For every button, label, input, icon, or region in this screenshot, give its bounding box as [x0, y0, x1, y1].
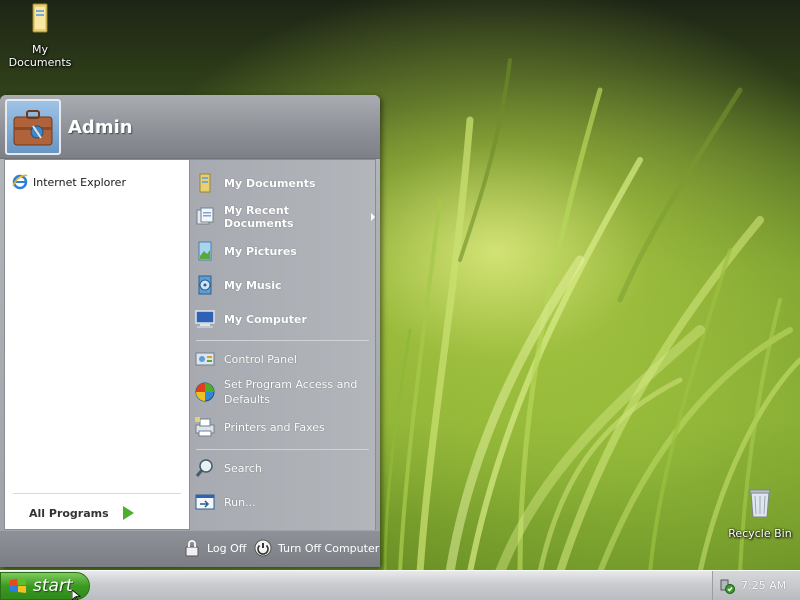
printer-icon [195, 417, 215, 437]
power-icon [254, 539, 272, 557]
menu-item-label: My Computer [224, 312, 307, 326]
log-off-button[interactable]: Log Off [183, 539, 246, 557]
menu-item-my-computer[interactable]: My Computer [194, 308, 307, 330]
all-programs-label: All Programs [29, 506, 109, 520]
submenu-arrow-icon [371, 213, 375, 221]
avatar[interactable] [5, 99, 61, 155]
user-picture-icon [13, 110, 53, 146]
recycle-bin-icon [749, 489, 771, 518]
my-documents-icon [199, 173, 211, 193]
menu-item-label: My Pictures [224, 244, 297, 258]
search-icon [195, 459, 213, 477]
pinned-item-internet-explorer[interactable]: Internet Explorer [11, 172, 126, 192]
green-arrow-icon [122, 506, 134, 520]
my-music-icon [198, 275, 212, 295]
desktop-icon-my-documents[interactable]: My Documents [0, 2, 80, 69]
mouse-cursor-icon [72, 590, 82, 600]
pinned-item-label: Internet Explorer [33, 175, 126, 189]
menu-item-my-recent-documents[interactable]: My Recent Documents [194, 204, 375, 230]
menu-item-set-program-access[interactable]: Set Program Access and Defaults [194, 375, 364, 409]
start-label: start [33, 576, 73, 596]
desktop-icon-label: Recycle Bin [728, 527, 792, 540]
all-programs-button[interactable]: All Programs [29, 506, 134, 520]
lock-icon [185, 540, 199, 557]
internet-explorer-icon [12, 174, 28, 190]
menu-item-my-documents[interactable]: My Documents [194, 172, 316, 194]
log-off-label: Log Off [207, 541, 247, 555]
start-menu-places-pane: My Documents My Recent Documents My Pict… [190, 159, 376, 530]
control-panel-icon [195, 352, 215, 366]
menu-item-label: Printers and Faxes [224, 420, 325, 434]
user-name: Admin [68, 117, 133, 138]
start-menu-header: Admin [0, 95, 380, 159]
start-menu-footer: Log Off Turn Off Computer [0, 531, 380, 567]
menu-item-my-pictures[interactable]: My Pictures [194, 240, 297, 262]
start-menu-pinned-pane: Internet Explorer All Programs [4, 159, 190, 530]
security-shield-icon[interactable] [719, 578, 735, 594]
my-computer-icon [195, 310, 215, 328]
recent-documents-icon [196, 207, 214, 225]
menu-item-printers-and-faxes[interactable]: Printers and Faxes [194, 416, 325, 438]
divider [196, 449, 369, 450]
folder-documents-icon [32, 3, 48, 33]
menu-item-label: Search [224, 461, 262, 475]
system-tray: 7:25 AM [712, 571, 800, 600]
menu-item-label: Set Program Access and Defaults [224, 378, 358, 406]
divider [196, 340, 369, 341]
menu-item-label: My Documents [224, 176, 316, 190]
divider [13, 493, 181, 494]
menu-item-label: Run... [224, 495, 256, 509]
menu-item-run[interactable]: Run... [194, 491, 256, 513]
menu-item-label: Control Panel [224, 352, 297, 366]
menu-item-search[interactable]: Search [194, 457, 262, 479]
program-access-icon [195, 382, 215, 402]
my-pictures-icon [198, 241, 212, 261]
start-menu: Admin Internet Explorer All Programs My … [0, 95, 380, 567]
desktop-icon-label: My Documents [8, 43, 72, 69]
menu-item-control-panel[interactable]: Control Panel [194, 348, 297, 370]
windows-flag-icon [10, 578, 26, 593]
menu-item-label: My Recent Documents [224, 204, 294, 230]
taskbar: start 7:25 AM [0, 570, 800, 600]
desktop-icon-recycle-bin[interactable]: Recycle Bin [720, 486, 800, 540]
clock[interactable]: 7:25 AM [741, 579, 786, 592]
turn-off-computer-button[interactable]: Turn Off Computer [254, 539, 379, 557]
run-icon [195, 494, 215, 510]
menu-item-my-music[interactable]: My Music [194, 274, 282, 296]
menu-item-label: My Music [224, 278, 282, 292]
turn-off-label: Turn Off Computer [278, 541, 380, 555]
